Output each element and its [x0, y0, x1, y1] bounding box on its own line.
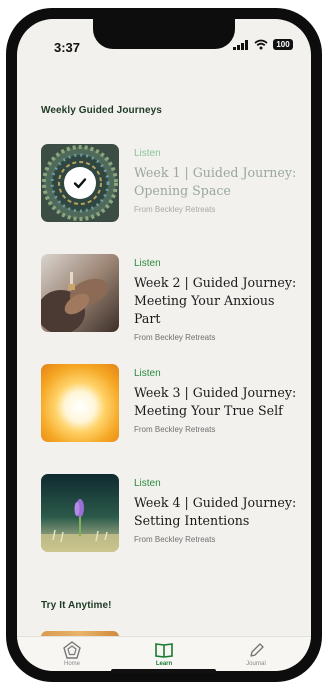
- home-indicator[interactable]: [111, 669, 216, 673]
- journey-thumbnail[interactable]: [41, 474, 119, 552]
- journey-source: From Beckley Retreats: [134, 425, 216, 434]
- journey-source: From Beckley Retreats: [134, 333, 216, 342]
- home-icon: [63, 641, 81, 659]
- checkmark-icon: [73, 178, 87, 189]
- try-anytime-heading: Try It Anytime!: [41, 600, 112, 611]
- listen-link[interactable]: Listen: [134, 478, 304, 489]
- journey-title[interactable]: Week 3 | Guided Journey: Meeting Your Tr…: [134, 384, 304, 420]
- hands-photo: [41, 254, 119, 332]
- journey-title[interactable]: Week 2 | Guided Journey: Meeting Your An…: [134, 274, 304, 328]
- journey-thumbnail[interactable]: [41, 364, 119, 442]
- crocus-flower-photo: [41, 474, 119, 552]
- phone-frame: 3:37 100 Weekly Guided Journeys Listen W…: [6, 8, 322, 682]
- book-icon: [155, 643, 173, 658]
- journey-thumbnail[interactable]: [41, 254, 119, 332]
- pencil-icon: [250, 643, 264, 657]
- tab-journal[interactable]: Journal: [211, 637, 301, 671]
- tab-home[interactable]: Home: [27, 637, 117, 671]
- journey-item-week-4[interactable]: Listen Week 4 | Guided Journey: Setting …: [41, 474, 303, 554]
- battery-indicator: 100: [273, 39, 293, 50]
- wifi-icon: [254, 39, 268, 50]
- tab-label: Learn: [155, 661, 173, 667]
- tab-label: Journal: [246, 661, 266, 667]
- device-notch: [93, 19, 235, 49]
- journey-thumbnail[interactable]: [41, 144, 119, 222]
- tab-learn[interactable]: Learn: [119, 637, 209, 671]
- journey-item-week-2[interactable]: Listen Week 2 | Guided Journey: Meeting …: [41, 254, 304, 342]
- journey-title[interactable]: Week 1 | Guided Journey: Opening Space: [134, 164, 304, 200]
- journey-title[interactable]: Week 4 | Guided Journey: Setting Intenti…: [134, 494, 304, 530]
- listen-link[interactable]: Listen: [134, 148, 304, 159]
- status-time: 3:37: [54, 40, 81, 55]
- journey-item-week-3[interactable]: Listen Week 3 | Guided Journey: Meeting …: [41, 364, 303, 444]
- app-screen: 3:37 100 Weekly Guided Journeys Listen W…: [17, 19, 311, 671]
- sun-glow-image: [41, 364, 119, 442]
- signal-icon: [233, 39, 248, 50]
- journey-item-week-1[interactable]: Listen Week 1 | Guided Journey: Opening …: [41, 144, 303, 224]
- journey-source: From Beckley Retreats: [134, 535, 216, 544]
- tab-label: Home: [63, 661, 80, 667]
- listen-link[interactable]: Listen: [134, 258, 304, 269]
- weekly-journeys-heading: Weekly Guided Journeys: [41, 105, 162, 116]
- journey-source: From Beckley Retreats: [134, 205, 216, 214]
- listen-link[interactable]: Listen: [134, 368, 304, 379]
- status-icons: 100: [233, 39, 293, 50]
- bottom-tab-bar: Home Learn Journal: [17, 636, 311, 671]
